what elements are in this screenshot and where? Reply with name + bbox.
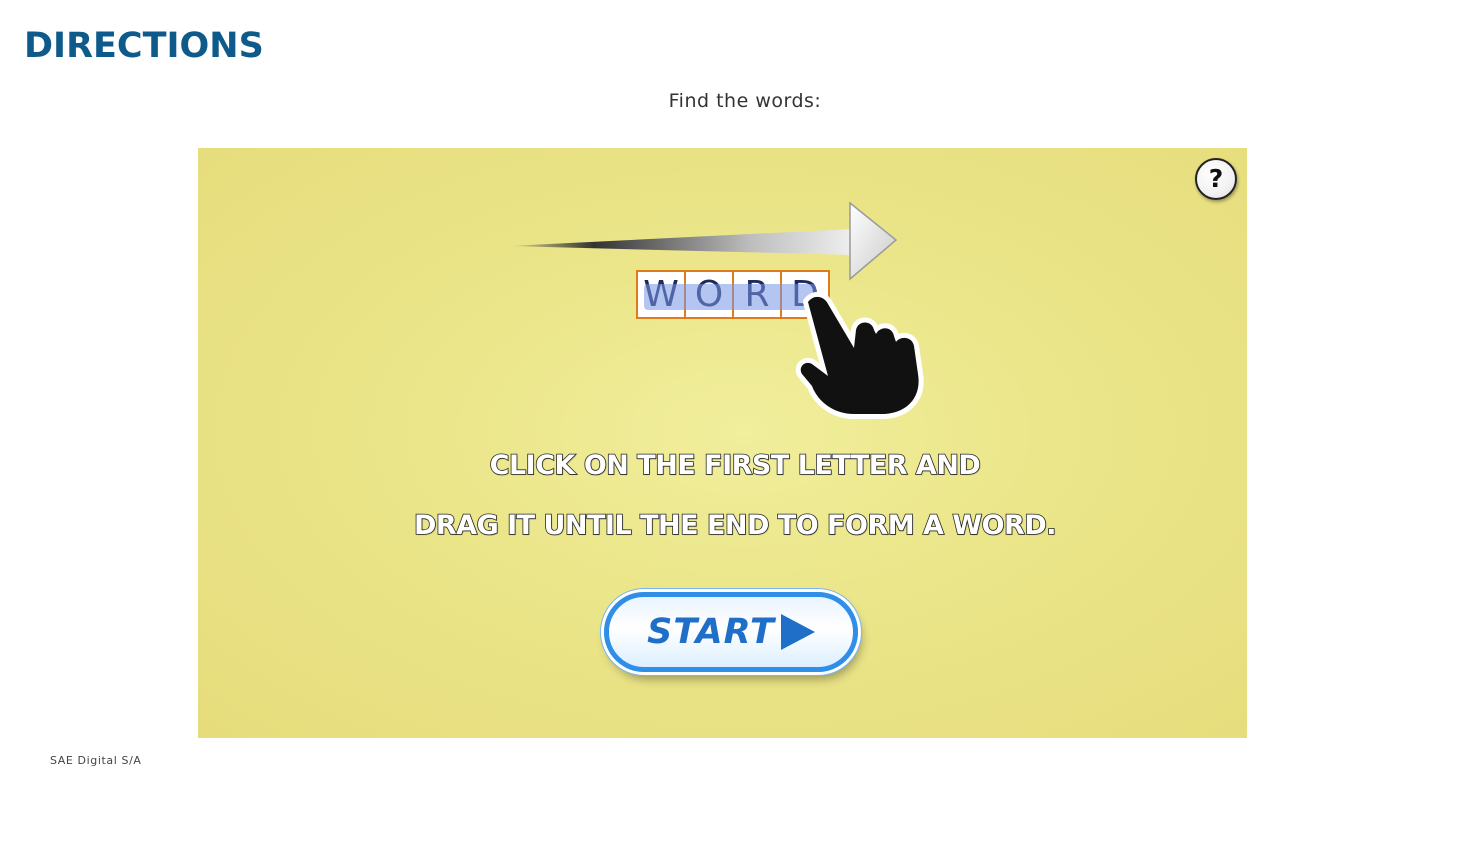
- word-search-game[interactable]: ? W O R D: [198, 148, 1247, 738]
- directions-line-2: DRAG IT UNTIL THE END TO FORM A WORD.: [413, 509, 1057, 542]
- play-arrow-icon: [780, 614, 815, 650]
- page: DIRECTIONS Find the words: ? W: [0, 0, 1460, 850]
- pointing-hand-icon: [795, 292, 924, 419]
- page-title: DIRECTIONS: [24, 26, 264, 66]
- footer-credit: SAE Digital S/A: [50, 754, 142, 767]
- selection-highlight: [644, 284, 816, 310]
- help-button[interactable]: ?: [1195, 158, 1237, 200]
- instruction-text: Find the words:: [668, 90, 822, 112]
- directions-line-1: CLICK ON THE FIRST LETTER AND: [489, 449, 982, 482]
- start-button[interactable]: START: [604, 592, 858, 672]
- start-label: START: [647, 612, 775, 652]
